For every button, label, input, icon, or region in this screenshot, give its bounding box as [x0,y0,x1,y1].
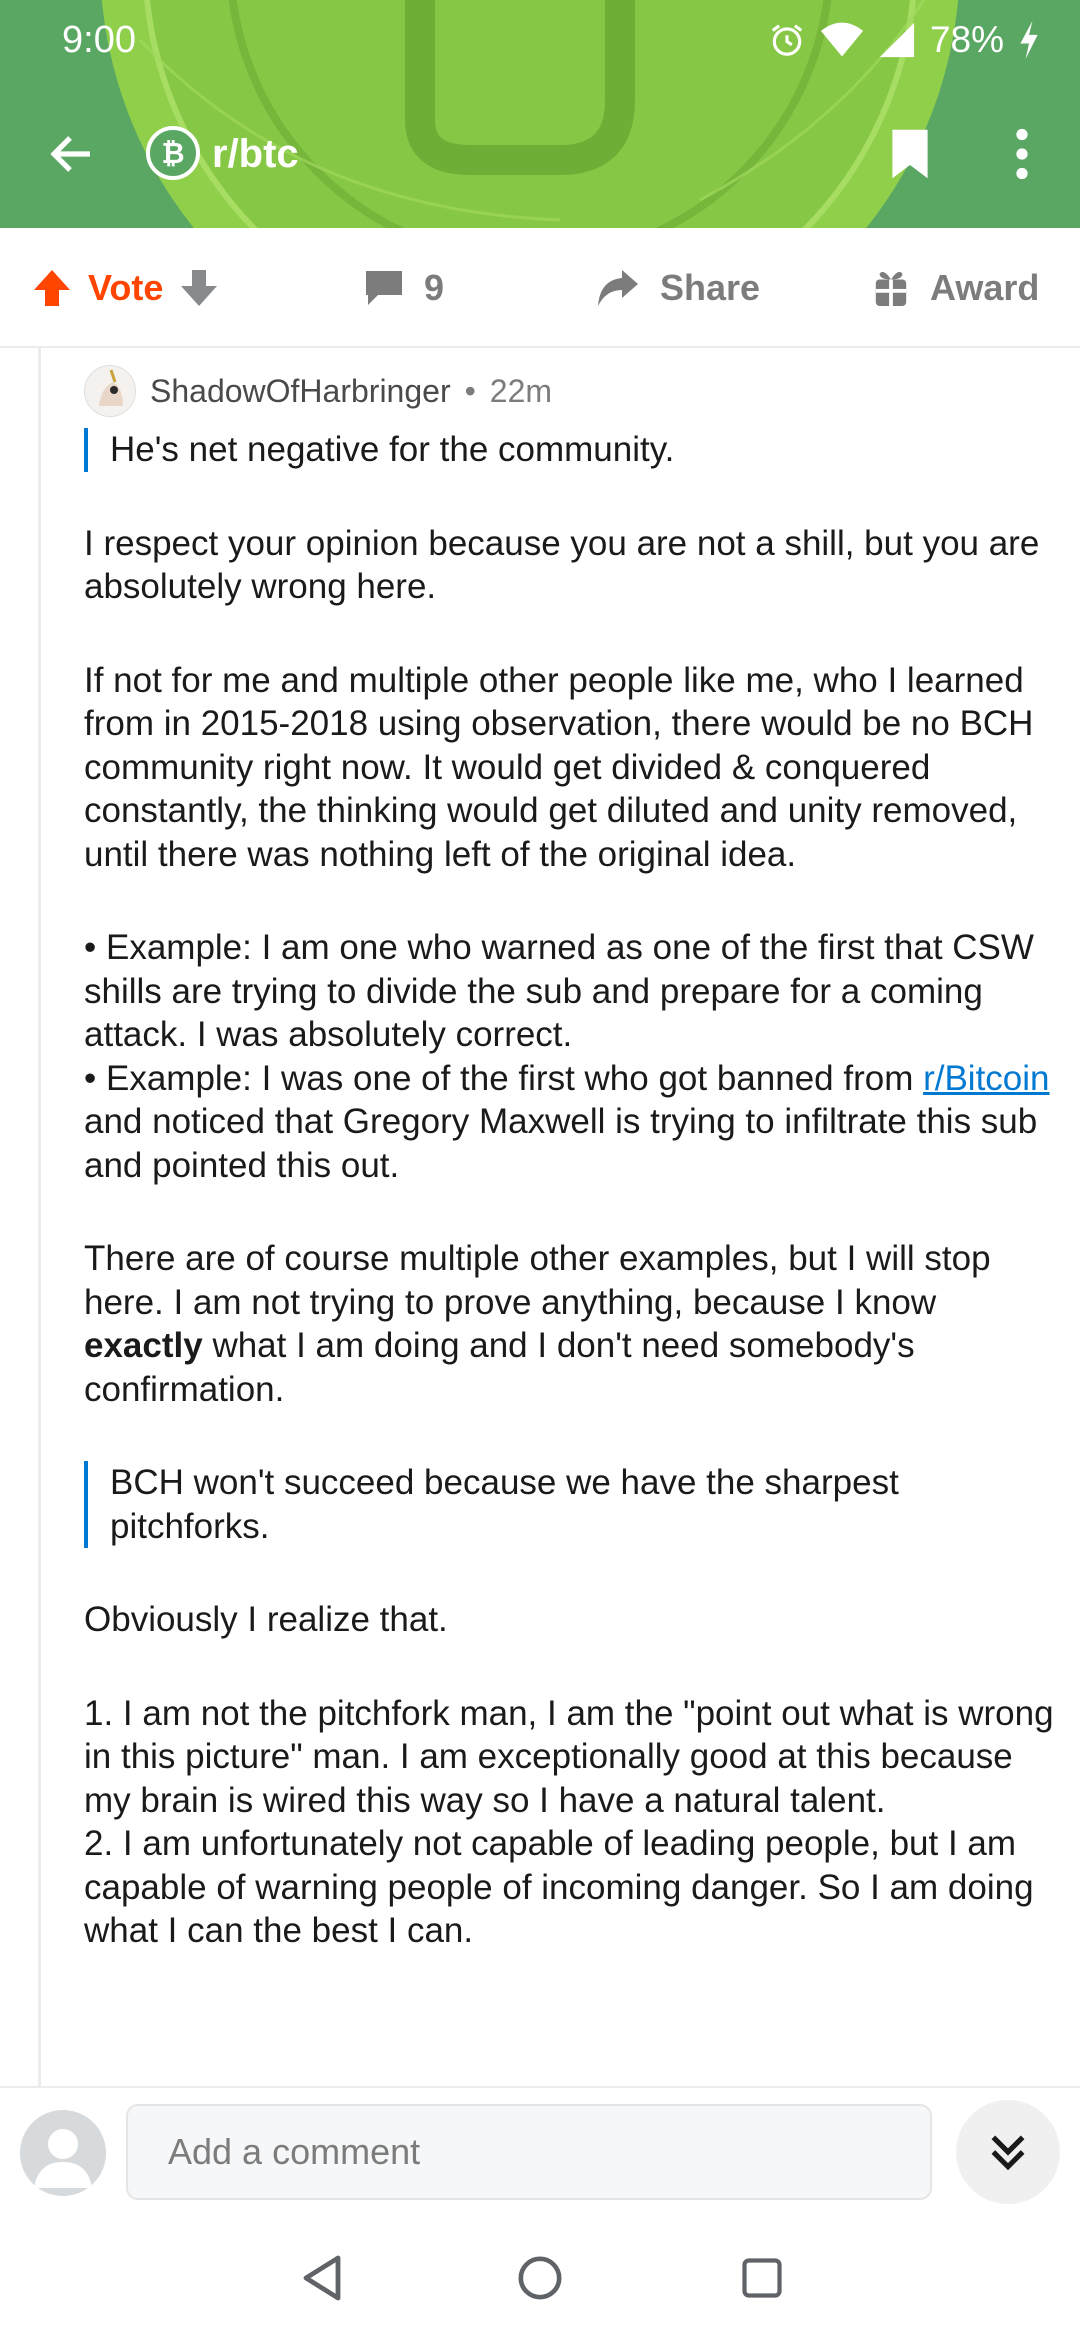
system-navigation-bar [0,2216,1080,2340]
numbered-list: 1. I am not the pitchfork man, I am the … [84,1692,1054,1953]
comment-bubble-icon [366,271,402,305]
award-button[interactable]: Award [872,258,1039,318]
nav-home-button[interactable] [508,2246,572,2310]
battery-percentage: 78% [929,19,1004,60]
paragraph-text: There are of course multiple other examp… [84,1239,991,1322]
nav-recents-button[interactable] [730,2246,794,2310]
bullet-text: and noticed that Gregory Maxwell is tryi… [84,1102,1038,1185]
bullet-list: • Example: I am one who warned as one of… [84,926,1054,1187]
alarm-icon [771,24,803,56]
meta-separator: • [464,372,476,409]
next-comment-button[interactable] [956,2100,1060,2204]
nav-back-button[interactable] [290,2246,354,2310]
circle-home-icon [518,2256,562,2300]
status-bar: 9:00 78% [0,0,1080,80]
bookmark-icon [892,129,928,179]
user-avatar[interactable] [20,2110,106,2196]
vote-group: Vote [32,258,219,318]
comment-body: He's net negative for the community. I r… [84,428,1054,1953]
status-icons: 78% [768,14,1040,66]
comment-compose-bar [0,2086,1080,2216]
quote-text: He's net negative for the community. [110,430,675,469]
square-recents-icon [742,2258,782,2298]
back-arrow-icon [50,136,90,172]
subreddit-icon[interactable]: ₿ [146,126,200,180]
thread-line[interactable] [38,348,41,2088]
charging-icon [1020,21,1038,59]
blockquote: BCH won't succeed because we have the sh… [84,1461,1054,1548]
comment: ShadowOfHarbringer • 22m He's net negati… [84,360,1054,1953]
comment-count: 9 [424,267,445,308]
triangle-back-icon [303,2255,341,2301]
bullet-text: • Example: I was one of the first who go… [84,1058,924,1098]
wifi-icon [820,22,864,57]
downvote-arrow-icon[interactable] [179,268,219,308]
vote-label: Vote [88,267,164,308]
save-post-button[interactable] [884,124,936,184]
list-item: 2. I am unfortunately not capable of lea… [84,1824,1034,1950]
upvote-arrow-icon[interactable] [32,268,72,308]
share-arrow-icon [598,270,638,306]
blockquote: He's net negative for the community. [84,428,1054,472]
comment-timestamp: 22m [489,372,553,409]
subreddit-header: 9:00 78% ₿ r/btc [0,0,1080,228]
share-button[interactable]: Share [596,258,760,318]
quote-text: BCH won't succeed because we have the sh… [110,1463,899,1546]
subreddit-link[interactable]: r/Bitcoin [923,1059,1049,1098]
paragraph: Obviously I realize that. [84,1600,448,1639]
more-options-button[interactable] [996,124,1048,184]
toolbar: ₿ r/btc [0,112,1080,194]
bold-text: exactly [84,1326,203,1365]
back-button[interactable] [42,124,102,184]
bullet-item: • Example: I was one of the first who go… [84,1059,1050,1185]
bullet-item: • Example: I am one who warned as one of… [84,928,1034,1054]
add-comment-input[interactable] [126,2104,932,2200]
signal-icon [879,22,915,58]
comment-author[interactable]: ShadowOfHarbringer [150,373,451,410]
comments-button[interactable]: 9 [364,258,444,318]
subreddit-name[interactable]: r/btc [212,128,299,180]
paragraph: I respect your opinion because you are n… [84,523,1040,607]
list-item: 1. I am not the pitchfork man, I am the … [84,1693,1054,1820]
paragraph: If not for me and multiple other people … [84,660,1034,874]
post-action-bar: Vote 9 Share Award [0,228,1080,348]
status-time: 9:00 [62,19,136,61]
double-chevron-down-icon [991,2135,1025,2171]
gift-icon [875,271,907,307]
svg-text:₿: ₿ [161,137,184,170]
award-label: Award [930,267,1040,308]
default-avatar-icon [20,2110,106,2196]
paragraph-text: what I am doing and I don't need somebod… [84,1326,915,1409]
bitcoin-icon: ₿ [161,137,184,170]
commenter-avatar[interactable] [84,365,136,417]
comment-meta: ShadowOfHarbringer • 22m [84,360,1054,422]
avatar-image-icon [85,366,135,416]
paragraph: There are of course multiple other examp… [84,1237,1054,1411]
more-vertical-icon [1016,128,1028,180]
share-label: Share [660,267,761,308]
